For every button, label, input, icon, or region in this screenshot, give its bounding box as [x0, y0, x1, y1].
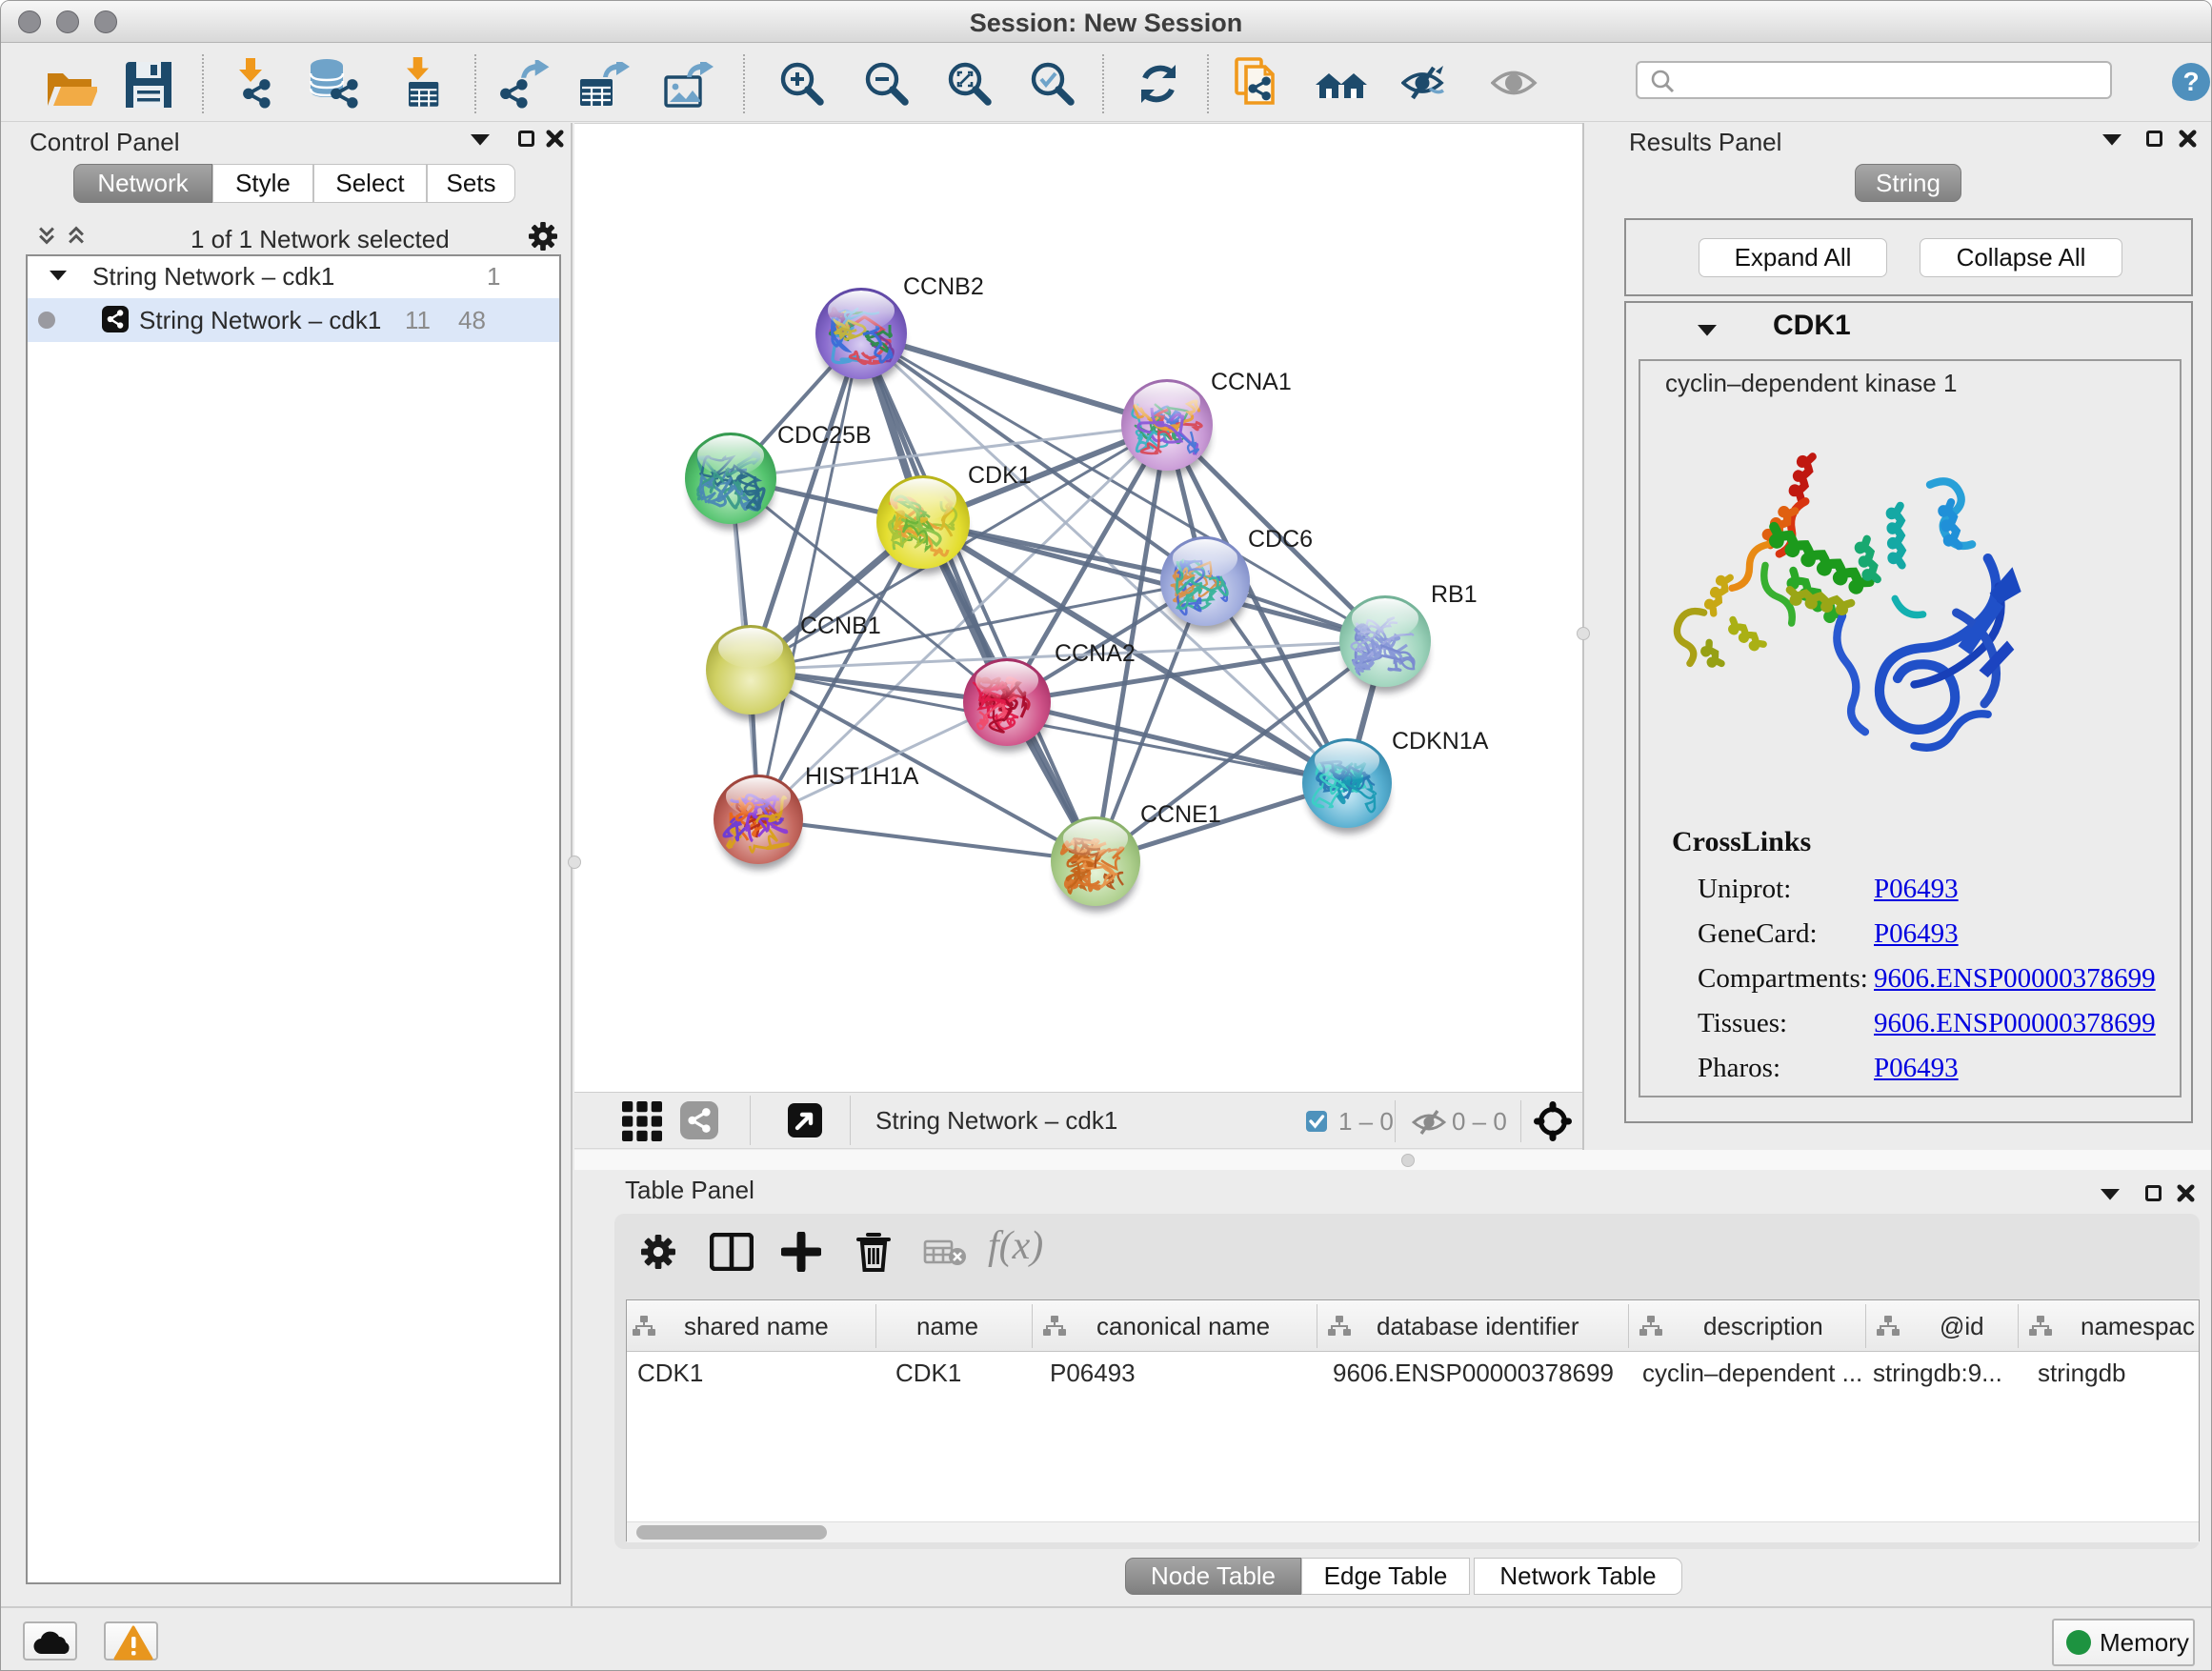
svg-text:CCNB1: CCNB1: [800, 613, 881, 639]
svg-text:CCNB2: CCNB2: [903, 273, 984, 300]
svg-text:CCNE1: CCNE1: [1140, 801, 1221, 828]
svg-text:CDC25B: CDC25B: [777, 422, 872, 449]
svg-text:RB1: RB1: [1431, 581, 1478, 608]
svg-text:CDKN1A: CDKN1A: [1392, 728, 1489, 755]
svg-text:CCNA1: CCNA1: [1211, 369, 1292, 395]
svg-text:HIST1H1A: HIST1H1A: [805, 763, 919, 790]
svg-text:?: ?: [2182, 67, 2199, 96]
svg-text:CDC6: CDC6: [1248, 526, 1313, 553]
svg-text:CCNA2: CCNA2: [1055, 640, 1136, 667]
svg-text:CDK1: CDK1: [968, 462, 1032, 489]
